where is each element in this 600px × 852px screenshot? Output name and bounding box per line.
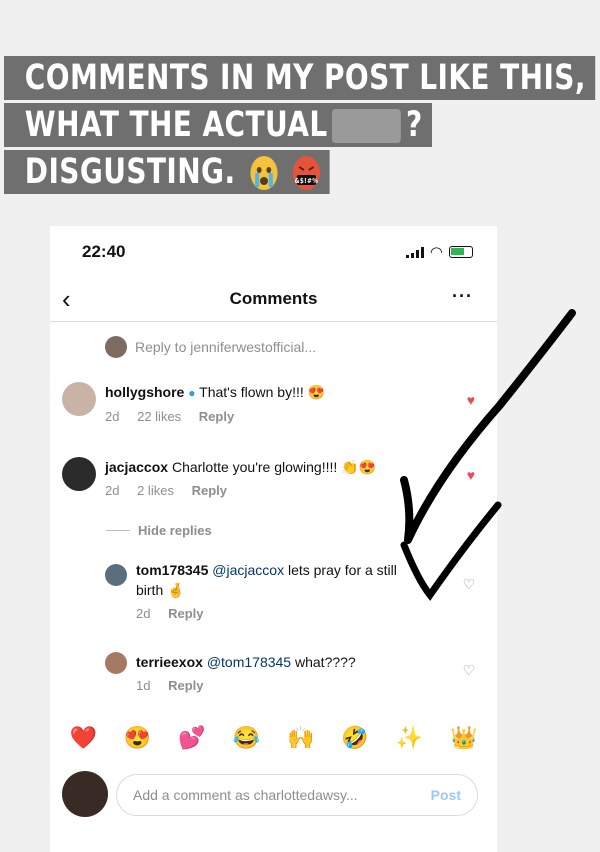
reply-body: terrieexox @tom178345 what???? 1d Reply: [136, 652, 416, 696]
two-hearts-emoji-icon[interactable]: 💕: [178, 725, 205, 751]
reply-button[interactable]: Reply: [192, 483, 227, 498]
status-icons: ◠: [405, 243, 473, 261]
tears-of-joy-emoji-icon[interactable]: 😂: [233, 725, 260, 751]
comments-header: ‹ Comments ···: [50, 276, 497, 322]
reply-to-banner[interactable]: Reply to jenniferwestofficial...: [105, 336, 316, 358]
comment-username[interactable]: jacjaccox: [105, 459, 168, 475]
caption-line-1: COMMENTS IN MY POST LIKE THIS,: [4, 56, 596, 100]
loudly-crying-emoji-icon: [250, 156, 278, 190]
status-time: 22:40: [82, 242, 126, 261]
raised-hands-emoji-icon[interactable]: 🙌: [287, 725, 314, 751]
comment-placeholder: Add a comment as charlottedawsy...: [133, 787, 358, 803]
avatar[interactable]: [62, 382, 96, 416]
reply-meta: 2d Reply: [136, 604, 416, 624]
story-caption: COMMENTS IN MY POST LIKE THIS, WHAT THE …: [4, 56, 596, 197]
emoji-quick-bar: ❤️ 😍 💕 😂 🙌 🤣 ✨ 👑: [50, 718, 497, 758]
comment-username[interactable]: hollygshore: [105, 384, 184, 400]
reply-age: 2d: [136, 606, 151, 621]
comment-text: That's flown by!!! 😍: [199, 384, 326, 400]
caption-line-2-start: WHAT THE ACTUAL: [24, 105, 328, 145]
cursing-symbols: &$!#%: [294, 177, 318, 185]
comment-input[interactable]: Add a comment as charlottedawsy... Post: [116, 774, 478, 816]
reply-username[interactable]: tom178345: [136, 562, 208, 578]
caption-line-3-text: DISGUSTING.: [24, 152, 236, 192]
like-heart-icon[interactable]: ♥: [467, 467, 475, 483]
comment-text: Charlotte you're glowing!!!! 👏😍: [171, 459, 377, 475]
avatar[interactable]: [105, 564, 127, 586]
wifi-icon: ◠: [429, 244, 443, 261]
comment-body: hollygshore ● That's flown by!!! 😍 2d 22…: [105, 382, 425, 427]
reply-button[interactable]: Reply: [168, 678, 203, 693]
comment-composer: Add a comment as charlottedawsy... Post: [50, 766, 497, 826]
battery-icon: [449, 246, 473, 258]
reply-meta: 1d Reply: [136, 676, 416, 696]
comment-meta: 2d 2 likes Reply: [105, 481, 425, 501]
caption-line-2-end: ?: [405, 105, 423, 145]
reply-button[interactable]: Reply: [199, 409, 234, 424]
instagram-comments-screen: 22:40 ◠ ‹ Comments ··· Reply to jennifer…: [50, 226, 497, 852]
avatar[interactable]: [105, 652, 127, 674]
reply-to-text: Reply to jenniferwestofficial...: [135, 339, 317, 355]
post-button[interactable]: Post: [431, 787, 461, 803]
blurred-word: [332, 109, 402, 143]
like-heart-outline-icon[interactable]: ♡: [462, 662, 475, 679]
reply-age: 1d: [136, 678, 151, 693]
cursing-face-emoji-icon: &$!#%: [292, 156, 320, 190]
reply-mention[interactable]: @tom178345: [207, 654, 291, 670]
comment-likes[interactable]: 2 likes: [137, 483, 174, 498]
like-heart-outline-icon[interactable]: ♡: [462, 576, 475, 593]
reply-username[interactable]: terrieexox: [136, 654, 203, 670]
signal-icon: [405, 246, 424, 258]
page-title: Comments: [229, 289, 318, 308]
sparkles-emoji-icon[interactable]: ✨: [396, 725, 423, 751]
reply-mention[interactable]: @jacjaccox: [212, 562, 284, 578]
reply-button[interactable]: Reply: [168, 606, 203, 621]
red-heart-emoji-icon[interactable]: ❤️: [69, 725, 96, 751]
reply-body: tom178345 @jacjaccox lets pray for a sti…: [136, 560, 416, 624]
heart-eyes-emoji-icon[interactable]: 😍: [124, 725, 151, 751]
verified-badge-icon: ●: [188, 386, 196, 400]
crown-emoji-icon[interactable]: 👑: [450, 725, 477, 751]
avatar[interactable]: [62, 457, 96, 491]
comment-body: jacjaccox Charlotte you're glowing!!!! 👏…: [105, 457, 425, 501]
rofl-emoji-icon[interactable]: 🤣: [341, 725, 368, 751]
hide-replies-label: Hide replies: [138, 523, 212, 538]
comment-age: 2d: [105, 409, 120, 424]
comment-likes[interactable]: 22 likes: [137, 409, 181, 424]
caption-line-2: WHAT THE ACTUAL?: [4, 103, 433, 147]
like-heart-icon[interactable]: ♥: [467, 392, 475, 408]
comment-age: 2d: [105, 483, 120, 498]
hide-replies-toggle[interactable]: Hide replies: [106, 523, 212, 538]
comment-meta: 2d 22 likes Reply: [105, 407, 425, 427]
my-avatar: [62, 771, 108, 817]
more-options-icon[interactable]: ···: [452, 286, 473, 307]
reply-text: what????: [291, 654, 356, 670]
status-bar: 22:40 ◠: [50, 226, 497, 276]
caption-line-3: DISGUSTING. &$!#%: [4, 150, 330, 194]
author-avatar: [105, 336, 127, 358]
